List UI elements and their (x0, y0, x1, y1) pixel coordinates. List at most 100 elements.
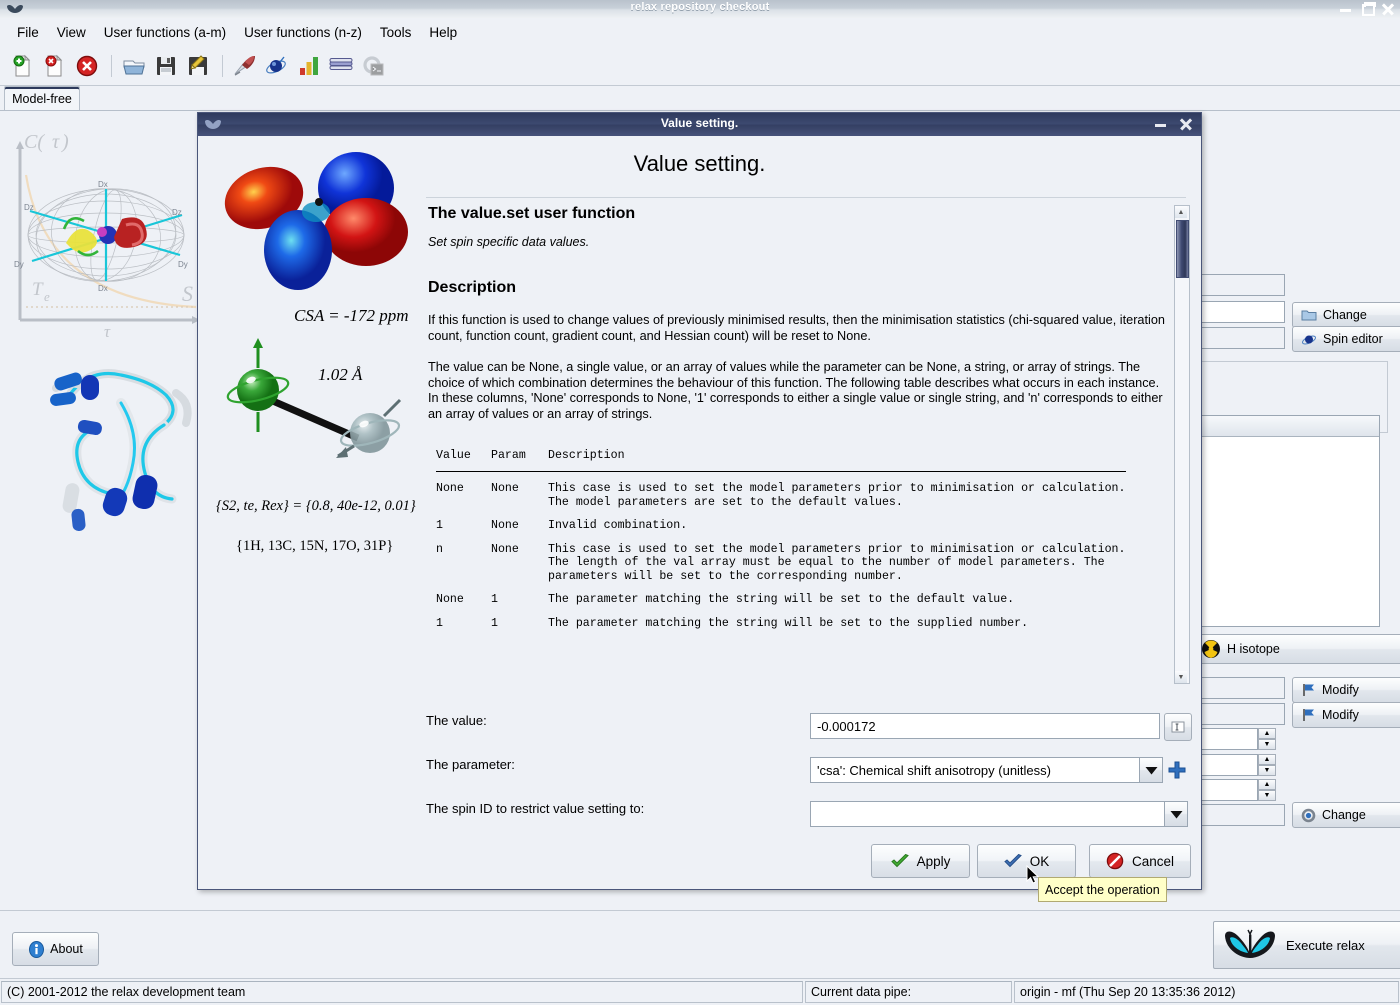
stepper-up-icon[interactable]: ▲ (1258, 779, 1276, 790)
save-state-as-button[interactable] (183, 51, 213, 81)
scroll-down-arrow-icon[interactable]: ▼ (1175, 671, 1187, 683)
add-parameter-button[interactable] (1164, 757, 1190, 783)
pdb-file-field[interactable] (1190, 274, 1285, 296)
scrollbar-thumb[interactable] (1176, 220, 1189, 278)
svg-text:C(: C( (24, 131, 45, 153)
spin-viewer-button[interactable] (262, 51, 292, 81)
tab-model-free[interactable]: Model-free (4, 86, 80, 111)
cell-value: None (436, 583, 491, 607)
svg-text:τ: τ (52, 131, 60, 153)
spin-list-panel[interactable] (1190, 415, 1380, 627)
stepper-up-icon[interactable]: ▲ (1258, 728, 1276, 739)
close-all-analyses-button[interactable] (72, 51, 102, 81)
h-isotope-button[interactable]: H isotope (1192, 634, 1400, 664)
run-relax-button[interactable] (230, 51, 260, 81)
menu-tools[interactable]: Tools (371, 22, 421, 43)
stepper-up-icon[interactable]: ▲ (1258, 754, 1276, 765)
mc-simulations-stepper[interactable]: ▲▼ (1258, 754, 1276, 776)
documentation-pane: The value.set user function Set spin spe… (426, 205, 1170, 782)
doc-scrollbar[interactable]: ▲ ▼ (1174, 205, 1190, 684)
cancel-label: Cancel (1132, 854, 1174, 869)
ok-button-tooltip: Accept the operation (1038, 877, 1167, 902)
table-header-row: Value Param Description (436, 449, 1126, 472)
stepper-down-icon[interactable]: ▼ (1258, 739, 1276, 750)
cell-value: n (436, 533, 491, 584)
models-field[interactable] (1190, 804, 1285, 826)
cell-param: 1 (491, 583, 548, 607)
save-state-button[interactable] (151, 51, 181, 81)
flag-icon (1301, 708, 1316, 722)
dialog-close-button[interactable] (1179, 117, 1193, 131)
structure-file-field[interactable] (1190, 327, 1285, 349)
menu-file[interactable]: File (8, 22, 48, 43)
close-analysis-button[interactable] (40, 51, 70, 81)
menu-user-functions-a-m[interactable]: User functions (a-m) (95, 22, 235, 43)
cancel-button[interactable]: Cancel (1089, 844, 1191, 878)
pipe-stack-icon (328, 54, 354, 78)
r1-field[interactable] (1190, 677, 1285, 699)
spin-id-combo[interactable] (810, 801, 1165, 827)
cell-description: This case is used to set the model param… (548, 533, 1126, 584)
cell-param: 1 (491, 607, 548, 631)
execute-relax-button[interactable]: Execute relax (1213, 921, 1400, 969)
stepper-down-icon[interactable]: ▼ (1258, 790, 1276, 801)
spin-id-dropdown-button[interactable] (1164, 801, 1188, 827)
sequence-file-field[interactable] (1190, 301, 1285, 323)
svg-text:Dy: Dy (14, 260, 24, 269)
value-text-entry-button[interactable] (1164, 713, 1192, 741)
change-pdb-button[interactable]: Change (1292, 302, 1400, 328)
csa-caption: CSA = -172 ppm (294, 306, 409, 326)
parameter-combo[interactable]: 'csa': Chemical shift anisotropy (unitle… (810, 757, 1140, 783)
about-label: About (50, 942, 83, 956)
table-row: 1 1 The parameter matching the string wi… (436, 607, 1126, 631)
max-iterations-stepper[interactable]: ▲▼ (1258, 779, 1276, 801)
folder-icon (1301, 308, 1317, 322)
menu-help[interactable]: Help (420, 22, 466, 43)
value-row: The value: (426, 713, 487, 728)
value-input-text: -0.000172 (817, 719, 876, 734)
svg-text:Dx: Dx (98, 284, 108, 293)
change-settings-button[interactable]: Change (1292, 802, 1400, 828)
description-heading: Description (428, 279, 1170, 297)
butterfly-icon (1222, 928, 1278, 962)
gear-icon (1301, 808, 1316, 823)
scroll-up-arrow-icon[interactable]: ▲ (1175, 206, 1187, 218)
grid-increments-stepper[interactable]: ▲▼ (1258, 728, 1276, 750)
blue-atom-icon (264, 54, 290, 78)
svg-text:Dz: Dz (24, 203, 34, 212)
menu-view[interactable]: View (48, 22, 95, 43)
analysis-graphics: C(τ) Te S τ (6, 115, 206, 665)
tab-model-free-label: Model-free (12, 92, 72, 106)
menu-user-functions-n-z[interactable]: User functions (n-z) (235, 22, 371, 43)
r2-field[interactable] (1190, 703, 1285, 725)
about-button[interactable]: About (12, 932, 99, 966)
results-viewer-button[interactable] (294, 51, 324, 81)
isotopes-caption: {1H, 13C, 15N, 17O, 31P} (236, 538, 393, 555)
apply-button[interactable]: Apply (871, 844, 970, 878)
modify-r2-button[interactable]: Modify (1292, 702, 1400, 728)
modify-r1-button[interactable]: Modify (1292, 677, 1400, 703)
stepper-down-icon[interactable]: ▼ (1258, 765, 1276, 776)
dialog-titlebar: Value setting. (198, 113, 1201, 136)
pipe-editor-button[interactable] (326, 51, 356, 81)
close-button[interactable] (1381, 2, 1394, 15)
spin-id-row: The spin ID to restrict value setting to… (426, 801, 644, 816)
toolbar-separator (111, 55, 112, 77)
prompt-button[interactable] (358, 51, 388, 81)
spin-editor-button[interactable]: Spin editor (1292, 326, 1400, 352)
bar-chart-icon (297, 54, 321, 78)
svg-text:e: e (44, 289, 50, 304)
svg-text:Dz: Dz (172, 208, 182, 217)
new-analysis-button[interactable] (8, 51, 38, 81)
open-state-button[interactable] (119, 51, 149, 81)
cell-description: The parameter matching the string will b… (548, 607, 1126, 631)
description-paragraph-1: If this function is used to change value… (428, 313, 1170, 344)
value-input[interactable]: -0.000172 (810, 713, 1160, 739)
header-param: Param (491, 449, 548, 472)
dialog-minimize-button[interactable] (1154, 117, 1168, 131)
new-page-icon (11, 54, 35, 78)
maximize-button[interactable] (1360, 2, 1373, 15)
parameter-row: The parameter: (426, 757, 515, 772)
parameter-dropdown-button[interactable] (1139, 757, 1163, 783)
minimize-button[interactable] (1339, 2, 1352, 15)
